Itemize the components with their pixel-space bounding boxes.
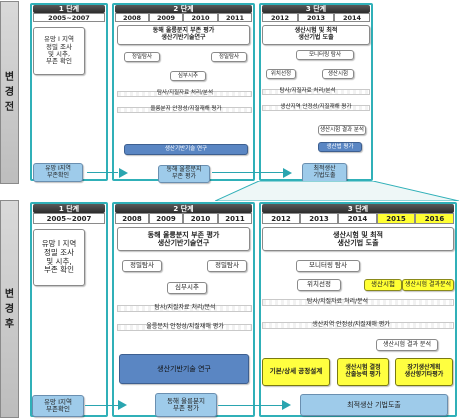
year-cell: 2012 [262,213,300,224]
before-stage1-task: 유망 I 지역 정밀 조사 및 시추, 부존 확인 [33,27,85,75]
year-cell: 2005~2007 [33,213,105,224]
after-stage1-task: 유망 I 지역 정밀 조사 및 시추, 부존 확인 [33,229,85,286]
after-task-label: 탐사/지질자료 처리/분석 [154,303,216,311]
after-task-highlight: 기본/상세 공정설계 [262,358,330,386]
after-stage3-title: 생산시험 및 최적 생산기법 도출 [262,227,454,251]
year-cell: 2008 [115,213,149,224]
year-cell: 2014 [334,13,370,22]
after-stage2-header: 2 단계 [115,204,252,213]
before-stage2-result: 동해 울릉분지 부존 평가 [158,165,210,183]
before-stage3-header: 3 단계 [262,5,370,13]
after-stage2-result: 동해 울릉분지 부존 평가 [155,393,217,417]
after-task-box: 정밀탐사 [122,260,162,272]
after-task-box: 정밀탐사 [207,260,247,272]
right-arrow-icon [119,168,128,178]
after-task-highlight: 생산시험 [364,279,402,291]
before-task-label: 울릉분지 안정성/지질재해 평가 [150,105,222,112]
before-stage2-title: 동해 울릉분지 부존 평가 생산기반기술연구 [117,25,250,45]
after-task-label: 생산지역 안정성/지질재해 평가 [312,320,390,328]
year-cell: 2005~2007 [33,13,105,22]
after-side-label: 변경후 [0,200,19,418]
after-stage1-header: 1 단계 [33,204,105,213]
before-task-box: 생산시험 [322,69,354,79]
year-cell: 2011 [218,13,252,22]
after-stage3-result: 최적생산 기법도출 [300,394,448,416]
year-cell: 2011 [218,213,252,224]
before-task-label: 생산지역 안정성/지질재해 평가 [280,103,352,110]
before-stage1-header: 1 단계 [33,5,105,13]
before-stage2-header: 2 단계 [115,5,252,13]
before-task-label: 탐사/지질자료 처리/분석 [279,87,336,94]
before-side-label: 변경전 [0,1,19,184]
after-stage2-title: 동해 울릉분지 부존 평가 생산기반기술연구 [117,227,250,251]
before-task-label: 탐사/지질자료 처리/분석 [156,89,214,96]
after-stage2-research: 생산기반기술 연구 [119,354,249,384]
year-cell-highlight: 2016 [415,213,454,224]
after-task-box: 모니터링 탐사 [296,260,360,272]
before-stage1-result: 유망 I지역 부존확인 [33,163,83,182]
after-task-box: 생산시험 결과 분석 [376,339,438,351]
right-arrow-icon [282,400,291,410]
expansion-connector [215,181,459,201]
before-task-box: 생산시험 결과 분석 [318,125,366,135]
before-stage3-title: 생산시험 및 최적 생산기법 도출 [262,25,370,45]
before-task-box: 정밀탐사 [124,52,160,62]
year-cell-highlight: 2015 [377,213,415,224]
after-task-highlight: 생산시험 결과분석 [402,279,454,291]
year-cell: 2014 [338,213,377,224]
after-task-label: 울릉분지 안정성/지질재해 평가 [146,322,224,330]
arrow-line [85,405,118,406]
before-stage2-research: 생산기반기술 연구 [124,144,248,155]
arrow-line [87,172,118,173]
before-task-box: 심부시추 [170,71,206,81]
after-task-box: 위치선정 [297,279,341,291]
before-task-box: 위치선정 [266,69,296,79]
after-task-label: 탐사/지질자료 처리/분석 [306,297,369,305]
year-cell: 2013 [298,13,334,22]
before-task-box: 모니터링 탐사 [296,50,354,60]
right-arrow-icon [118,400,127,410]
before-task-box: 정밀탐사 [211,52,247,62]
before-stage3-eval: 생산법 평가 [318,142,362,152]
after-task-highlight: 장기생산계획 생산향기타평가 [395,358,453,386]
before-stage3-result: 최적생산 기법도출 [302,163,347,183]
arrow-line [212,172,283,173]
year-cell: 2012 [262,13,298,22]
year-cell: 2009 [149,13,183,22]
year-cell: 2008 [115,13,149,22]
after-stage1-result: 유망 I지역 부존확인 [32,395,84,417]
arrow-line [218,405,282,406]
after-task-highlight: 생산시험 결정 산출능력 평가 [337,358,389,386]
after-task-box: 심부시추 [167,282,207,294]
year-cell: 2010 [183,13,218,22]
right-arrow-icon [283,168,292,178]
after-stage3-header: 3 단계 [262,204,454,213]
year-cell: 2010 [183,213,218,224]
year-cell: 2013 [300,213,338,224]
year-cell: 2009 [149,213,183,224]
